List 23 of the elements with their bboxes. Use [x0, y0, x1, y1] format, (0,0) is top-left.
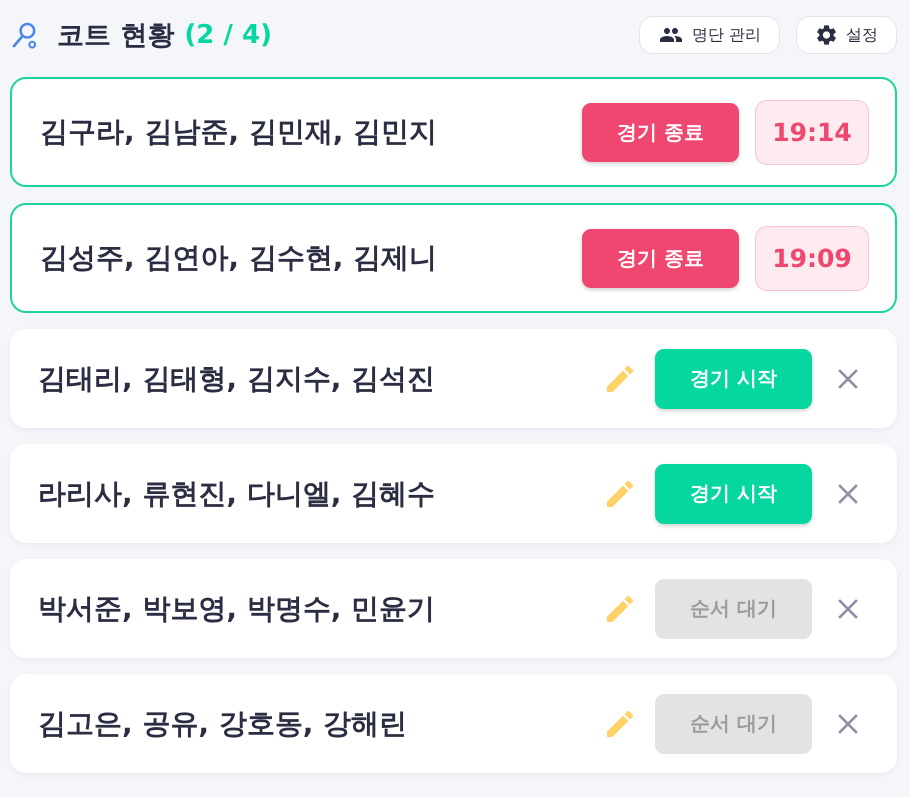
start-game-button[interactable]: 경기 시작: [655, 464, 812, 524]
roster-button[interactable]: 명단 관리: [638, 16, 780, 54]
end-game-button[interactable]: 경기 종료: [582, 102, 739, 162]
player-names: 김고은, 공유, 강호동, 강해린: [38, 706, 408, 742]
settings-button[interactable]: 설정: [796, 16, 897, 54]
racket-icon: [12, 22, 37, 48]
player-names: 라리사, 류현진, 다니엘, 김혜수: [38, 476, 436, 512]
player-names: 김구라, 김남준, 김민재, 김민지: [40, 114, 438, 150]
people-icon: [660, 28, 682, 42]
close-icon[interactable]: [838, 368, 858, 388]
page-title: 코트 현황: [57, 19, 174, 53]
close-icon[interactable]: [838, 598, 858, 618]
settings-icon: [817, 25, 836, 45]
start-game-button[interactable]: 경기 시작: [655, 348, 812, 408]
court-count: (2 / 4): [184, 20, 272, 50]
player-names: 박서준, 박보영, 박명수, 민윤기: [38, 590, 436, 626]
end-game-button[interactable]: 경기 종료: [582, 228, 739, 288]
close-icon[interactable]: [838, 484, 858, 504]
player-names: 김태리, 김태형, 김지수, 김석진: [38, 360, 436, 396]
player-names: 김성주, 김연아, 김수현, 김제니: [40, 240, 438, 276]
close-icon[interactable]: [838, 714, 858, 734]
game-timer: 19:09: [755, 226, 869, 290]
game-timer: 19:14: [755, 100, 869, 164]
